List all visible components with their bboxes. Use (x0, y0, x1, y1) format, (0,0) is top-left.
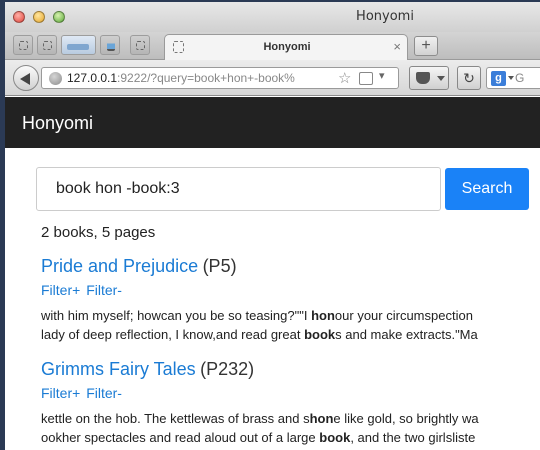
result-snippet: kettle on the hob. The kettlewas of bras… (41, 409, 540, 447)
search-engine-icon: g (491, 71, 506, 86)
url-path: :9222/?query=book+hon+-book% (117, 71, 295, 85)
bookmark-star-icon[interactable]: ☆ (338, 69, 351, 87)
tab-strip: Honyomi × + (5, 32, 540, 60)
browser-window: Honyomi Honyomi × + 127.0.0.1:9222/?quer… (5, 2, 540, 450)
tab-honyomi[interactable]: Honyomi × (164, 34, 408, 60)
app-tab-4[interactable] (100, 35, 120, 55)
app-tab-2[interactable] (37, 35, 57, 55)
app-tab-icon (19, 41, 28, 50)
snippet-line: lady of deep reflection, I know,and read… (41, 327, 478, 342)
snippet-line: kettle on the hob. The kettlewas of bras… (41, 411, 479, 426)
search-button[interactable]: Search (445, 168, 529, 210)
window-title: Honyomi (356, 9, 414, 24)
back-button[interactable] (13, 65, 39, 91)
nav-bar: 127.0.0.1:9222/?query=book+hon+-book% ☆ … (5, 60, 540, 96)
result-filters: Filter+ Filter- (41, 385, 540, 401)
app-tab-1[interactable] (13, 35, 33, 55)
result-page-number: (P5) (202, 256, 237, 276)
new-tab-button[interactable]: + (414, 36, 438, 56)
reload-button[interactable]: ↻ (457, 66, 481, 90)
tab-label: Honyomi (263, 41, 311, 53)
search-input[interactable] (36, 167, 441, 211)
filter-minus-link[interactable]: Filter- (86, 282, 122, 298)
tab-close-icon[interactable]: × (393, 39, 401, 54)
url-bar[interactable]: 127.0.0.1:9222/?query=book+hon+-book% ☆ … (41, 67, 399, 89)
app-header: Honyomi (5, 97, 540, 148)
url-text: 127.0.0.1:9222/?query=book+hon+-book% (67, 71, 325, 85)
app-tab-icon (43, 41, 52, 50)
filter-minus-link[interactable]: Filter- (86, 385, 122, 401)
filter-plus-link[interactable]: Filter+ (41, 385, 80, 401)
app-tab-icon (136, 41, 145, 50)
snippet-line: ookher spectacles and read aloud out of … (41, 430, 476, 445)
url-host: 127.0.0.1 (67, 71, 118, 85)
globe-icon (49, 72, 62, 85)
minimize-window-icon[interactable] (33, 11, 45, 23)
result-snippet: with him myself; howcan you be so teasin… (41, 306, 540, 344)
result-filters: Filter+ Filter- (41, 282, 540, 298)
filter-plus-link[interactable]: Filter+ (41, 282, 80, 298)
snippet-line: with him myself; howcan you be so teasin… (41, 308, 473, 323)
result-item: Pride and Prejudice (P5) Filter+ Filter-… (41, 256, 540, 344)
app-tab-3[interactable] (61, 35, 96, 55)
app-tab-icon (67, 44, 89, 50)
close-window-icon[interactable] (13, 11, 25, 23)
title-bar: Honyomi (5, 2, 540, 32)
result-title-link[interactable]: Grimms Fairy Tales (41, 359, 196, 379)
pocket-icon (416, 72, 430, 84)
chevron-down-icon (437, 76, 445, 81)
result-item: Grimms Fairy Tales (P232) Filter+ Filter… (41, 359, 540, 447)
search-engine-placeholder: G (515, 71, 525, 85)
chevron-down-icon (508, 76, 514, 80)
feed-icon[interactable] (359, 72, 373, 85)
search-engine-box[interactable]: g G (486, 67, 540, 89)
page-content: Honyomi Search 2 books, 5 pages Pride an… (5, 97, 540, 450)
flask-icon (107, 40, 115, 51)
back-arrow-icon (20, 73, 30, 85)
result-summary: 2 books, 5 pages (41, 224, 156, 241)
result-title-link[interactable]: Pride and Prejudice (41, 256, 198, 276)
zoom-window-icon[interactable] (53, 11, 65, 23)
pocket-button[interactable] (409, 66, 449, 90)
app-tab-5[interactable] (130, 35, 150, 55)
url-dropdown-icon[interactable]: ▾ (379, 69, 385, 82)
result-page-number: (P232) (200, 359, 255, 379)
app-brand[interactable]: Honyomi (22, 113, 93, 134)
